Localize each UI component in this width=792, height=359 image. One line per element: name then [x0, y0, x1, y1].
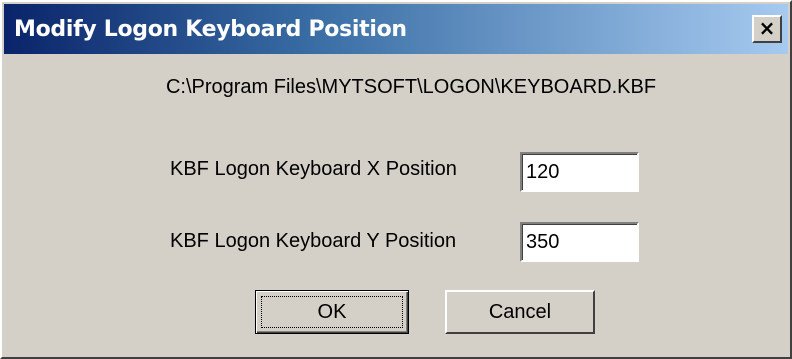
focus-rectangle	[261, 296, 403, 328]
y-position-label: KBF Logon Keyboard Y Position	[170, 230, 457, 252]
file-path-label: C:\Program Files\MYTSOFT\LOGON\KEYBOARD.…	[165, 76, 657, 98]
y-position-input[interactable]	[520, 222, 639, 262]
cancel-button[interactable]: Cancel	[445, 290, 595, 334]
cancel-button-label: Cancel	[488, 300, 552, 323]
x-position-label: KBF Logon Keyboard X Position	[170, 158, 457, 180]
title-bar[interactable]: Modify Logon Keyboard Position ×	[4, 4, 788, 54]
close-button[interactable]: ×	[752, 15, 782, 43]
modify-keyboard-position-dialog: Modify Logon Keyboard Position × C:\Prog…	[0, 0, 792, 359]
ok-button[interactable]: OK	[255, 290, 409, 334]
window-title: Modify Logon Keyboard Position	[14, 17, 407, 42]
x-position-input[interactable]	[520, 152, 639, 192]
close-icon: ×	[758, 16, 776, 40]
